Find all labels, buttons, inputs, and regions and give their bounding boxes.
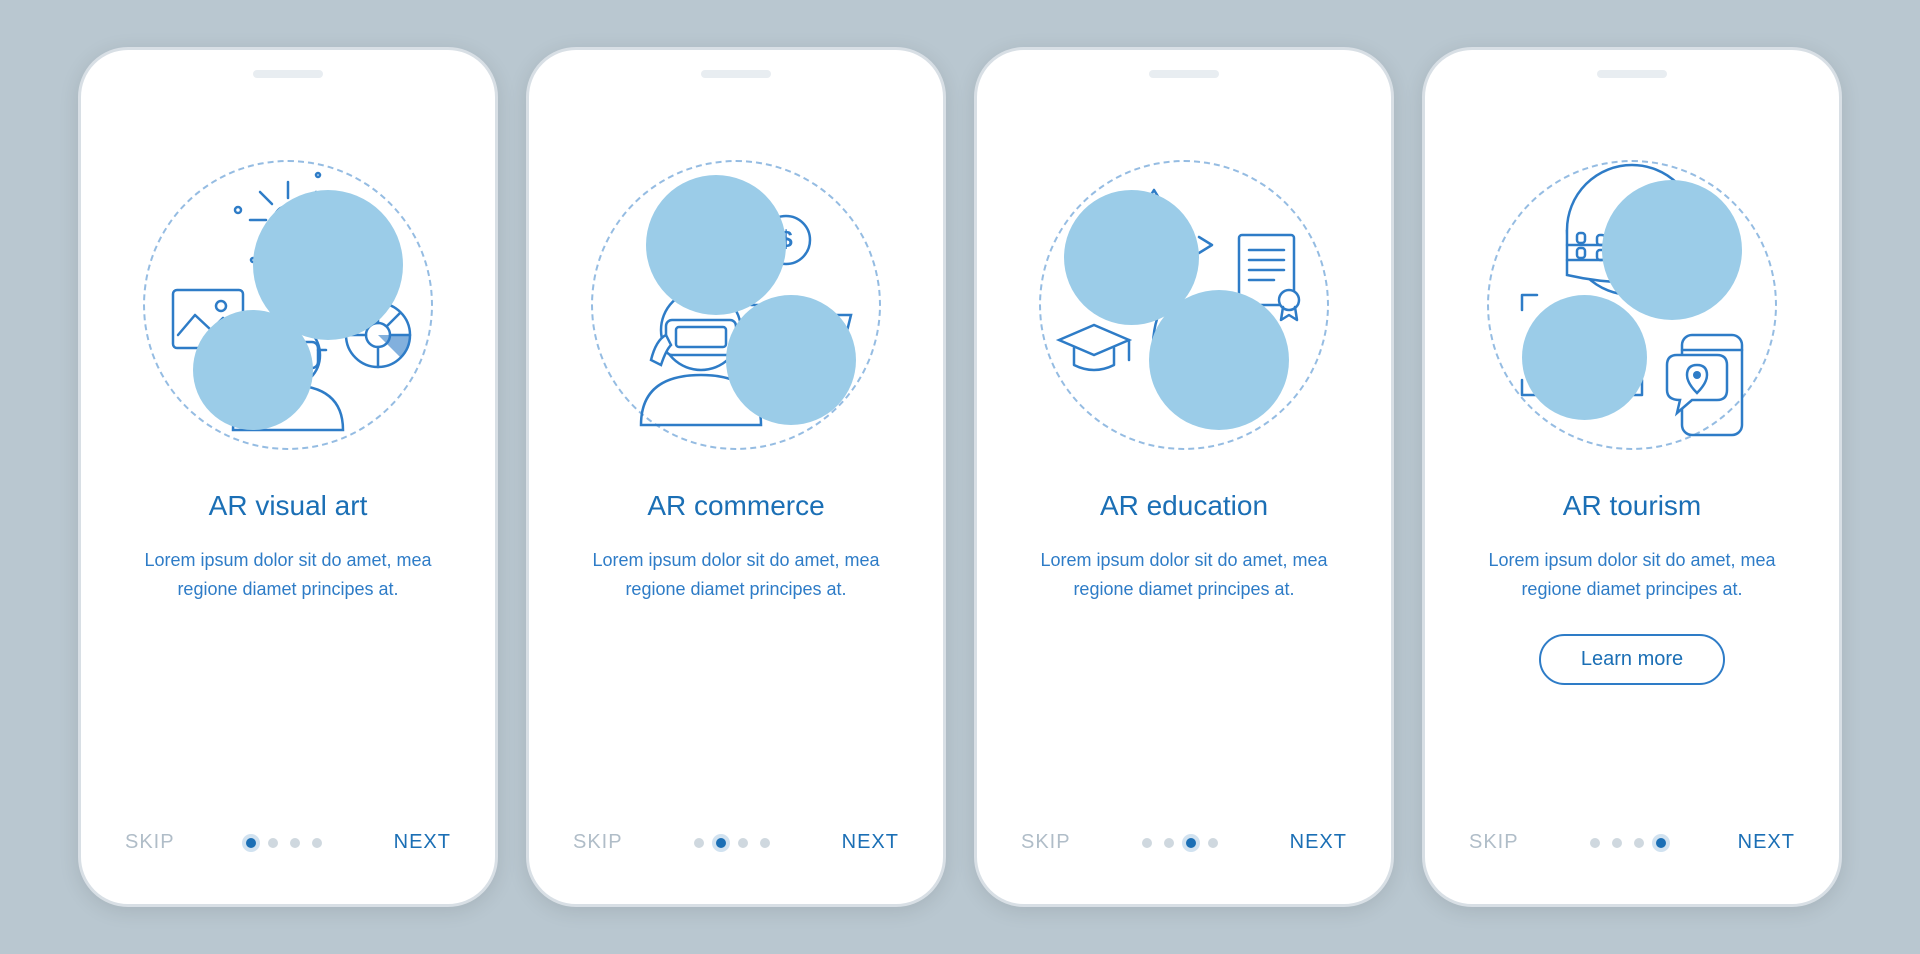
phone-mockup: AR tourism Lorem ipsum dolor sit do amet… <box>1422 47 1842 907</box>
page-indicator <box>1590 838 1666 848</box>
dot[interactable] <box>694 838 704 848</box>
skip-button[interactable]: SKIP <box>1469 831 1519 854</box>
illustration-education <box>1039 160 1329 450</box>
learn-more-button[interactable]: Learn more <box>1539 634 1725 685</box>
skip-button[interactable]: SKIP <box>573 831 623 854</box>
dot[interactable] <box>738 838 748 848</box>
page-indicator <box>246 838 322 848</box>
phone-mockup: $ <box>526 47 946 907</box>
screen-description: Lorem ipsum dolor sit do amet, mea regio… <box>576 546 896 604</box>
dot[interactable] <box>760 838 770 848</box>
dot[interactable] <box>312 838 322 848</box>
next-button[interactable]: NEXT <box>1738 831 1795 854</box>
screen-title: AR commerce <box>647 490 824 522</box>
skip-button[interactable]: SKIP <box>1021 831 1071 854</box>
skip-button[interactable]: SKIP <box>125 831 175 854</box>
screen-title: AR education <box>1100 490 1268 522</box>
illustration-commerce: $ <box>591 160 881 450</box>
onboarding-screen: AR visual art Lorem ipsum dolor sit do a… <box>101 110 475 884</box>
onboarding-screen: $ <box>549 110 923 884</box>
illustration-visual-art <box>143 160 433 450</box>
page-indicator <box>1142 838 1218 848</box>
screen-description: Lorem ipsum dolor sit do amet, mea regio… <box>1472 546 1792 604</box>
screen-title: AR visual art <box>209 490 368 522</box>
next-button[interactable]: NEXT <box>1290 831 1347 854</box>
screen-description: Lorem ipsum dolor sit do amet, mea regio… <box>128 546 448 604</box>
dot[interactable] <box>1142 838 1152 848</box>
page-indicator <box>694 838 770 848</box>
screen-title: AR tourism <box>1563 490 1701 522</box>
onboarding-screens-row: AR visual art Lorem ipsum dolor sit do a… <box>38 7 1882 947</box>
onboarding-screen: AR tourism Lorem ipsum dolor sit do amet… <box>1445 110 1819 884</box>
dot[interactable] <box>268 838 278 848</box>
dot[interactable] <box>246 838 256 848</box>
illustration-tourism <box>1487 160 1777 450</box>
dot[interactable] <box>290 838 300 848</box>
bottom-navigation: SKIP NEXT <box>1469 831 1795 854</box>
next-button[interactable]: NEXT <box>842 831 899 854</box>
dot[interactable] <box>1208 838 1218 848</box>
dot[interactable] <box>1656 838 1666 848</box>
dot[interactable] <box>1164 838 1174 848</box>
bottom-navigation: SKIP NEXT <box>573 831 899 854</box>
bottom-navigation: SKIP NEXT <box>125 831 451 854</box>
onboarding-screen: AR education Lorem ipsum dolor sit do am… <box>997 110 1371 884</box>
next-button[interactable]: NEXT <box>394 831 451 854</box>
dot[interactable] <box>1612 838 1622 848</box>
screen-description: Lorem ipsum dolor sit do amet, mea regio… <box>1024 546 1344 604</box>
dot[interactable] <box>1590 838 1600 848</box>
dot[interactable] <box>1634 838 1644 848</box>
dot[interactable] <box>716 838 726 848</box>
phone-mockup: AR education Lorem ipsum dolor sit do am… <box>974 47 1394 907</box>
dot[interactable] <box>1186 838 1196 848</box>
phone-mockup: AR visual art Lorem ipsum dolor sit do a… <box>78 47 498 907</box>
bottom-navigation: SKIP NEXT <box>1021 831 1347 854</box>
